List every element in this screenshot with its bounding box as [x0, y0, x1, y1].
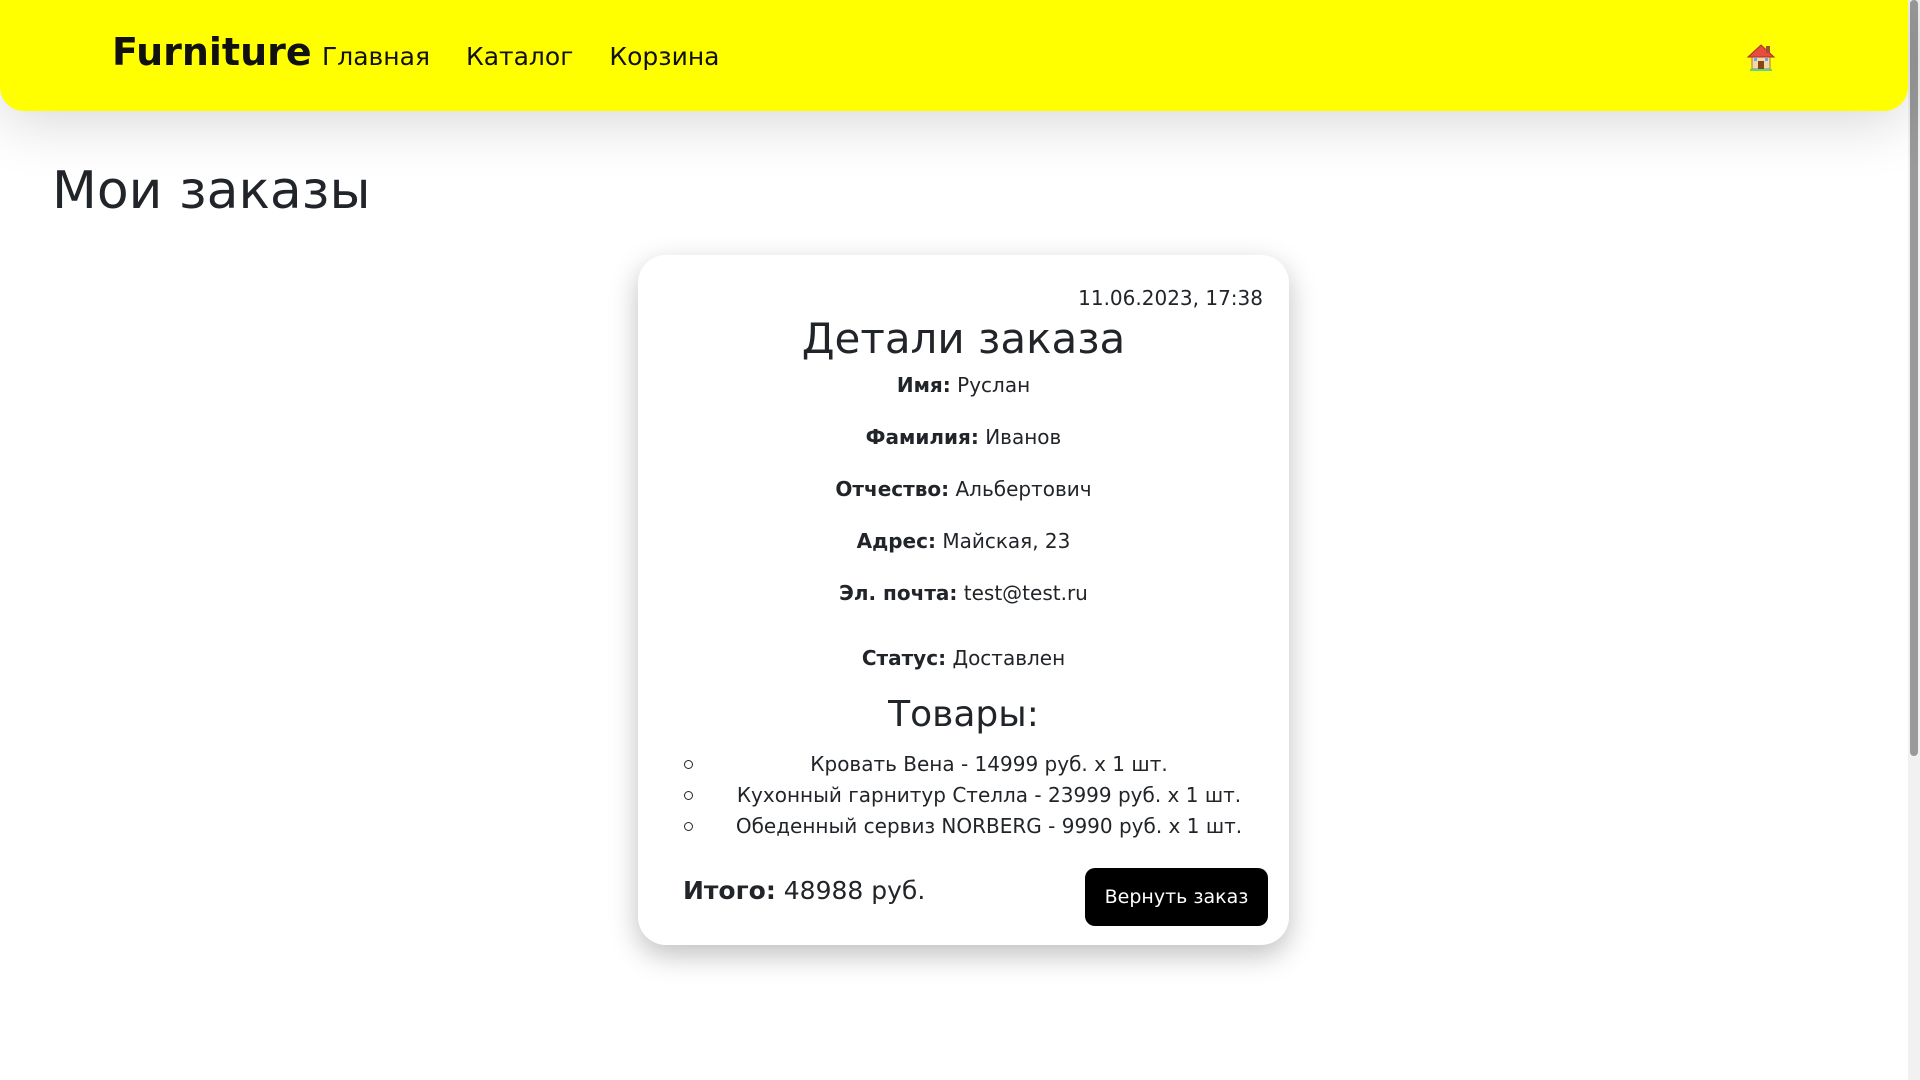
navbar: Furniture Главная Каталог Корзина [0, 0, 1908, 111]
nav-link-cart[interactable]: Корзина [591, 38, 737, 76]
total-value: 48988 руб. [783, 876, 926, 905]
field-value: test@test.ru [963, 581, 1088, 605]
nav-link-home[interactable]: Главная [306, 38, 448, 76]
nav-links: Главная Каталог Корзина [306, 38, 737, 76]
field-value: Альбертович [955, 477, 1092, 501]
order-card: 11.06.2023, 17:38 Детали заказа Имя: Рус… [638, 255, 1289, 945]
bullet-icon [684, 791, 693, 800]
goods-item-text: Кухонный гарнитур Стелла - 23999 руб. x … [736, 783, 1242, 807]
list-item: Кровать Вена - 14999 руб. x 1 шт. [684, 749, 1264, 780]
bullet-icon [684, 822, 693, 831]
field-value: Майская, 23 [942, 529, 1071, 553]
goods-item-text: Обеденный сервиз NORBERG - 9990 руб. x 1… [735, 814, 1243, 838]
list-item: Обеденный сервиз NORBERG - 9990 руб. x 1… [684, 811, 1264, 842]
brand-logo[interactable]: Furniture [112, 26, 312, 78]
total-label: Итого: [683, 876, 776, 905]
status-value: Доставлен [952, 646, 1066, 670]
page: Furniture Главная Каталог Корзина Мои за… [0, 0, 1920, 1080]
field-label: Имя: [896, 373, 951, 397]
page-title: Мои заказы [52, 161, 371, 221]
nav-link-catalog[interactable]: Каталог [448, 38, 591, 76]
order-date: 11.06.2023, 17:38 [1078, 286, 1263, 310]
house-icon[interactable] [1744, 40, 1778, 74]
field-last-name: Фамилия: Иванов [638, 423, 1289, 451]
scrollbar-thumb[interactable] [1910, 0, 1918, 756]
field-status: Статус: Доставлен [638, 644, 1289, 672]
goods-list: Кровать Вена - 14999 руб. x 1 шт. Кухонн… [684, 749, 1264, 842]
field-value: Руслан [957, 373, 1031, 397]
field-patronymic: Отчество: Альбертович [638, 475, 1289, 503]
bullet-icon [684, 760, 693, 769]
goods-item-text: Кровать Вена - 14999 руб. x 1 шт. [810, 752, 1168, 776]
field-email: Эл. почта: test@test.ru [638, 579, 1289, 607]
order-details-title: Детали заказа [801, 314, 1126, 363]
scrollbar[interactable] [1908, 0, 1920, 1080]
field-label: Отчество: [835, 477, 950, 501]
field-label: Статус: [861, 646, 947, 670]
goods-title: Товары: [888, 694, 1039, 735]
field-first-name: Имя: Руслан [638, 371, 1289, 399]
list-item: Кухонный гарнитур Стелла - 23999 руб. x … [684, 780, 1264, 811]
order-total: Итого: 48988 руб. [683, 874, 925, 908]
field-label: Фамилия: [865, 425, 979, 449]
field-address: Адрес: Майская, 23 [638, 527, 1289, 555]
field-value: Иванов [985, 425, 1062, 449]
return-order-button[interactable]: Вернуть заказ [1085, 868, 1268, 926]
field-label: Адрес: [856, 529, 936, 553]
field-label: Эл. почта: [839, 581, 958, 605]
